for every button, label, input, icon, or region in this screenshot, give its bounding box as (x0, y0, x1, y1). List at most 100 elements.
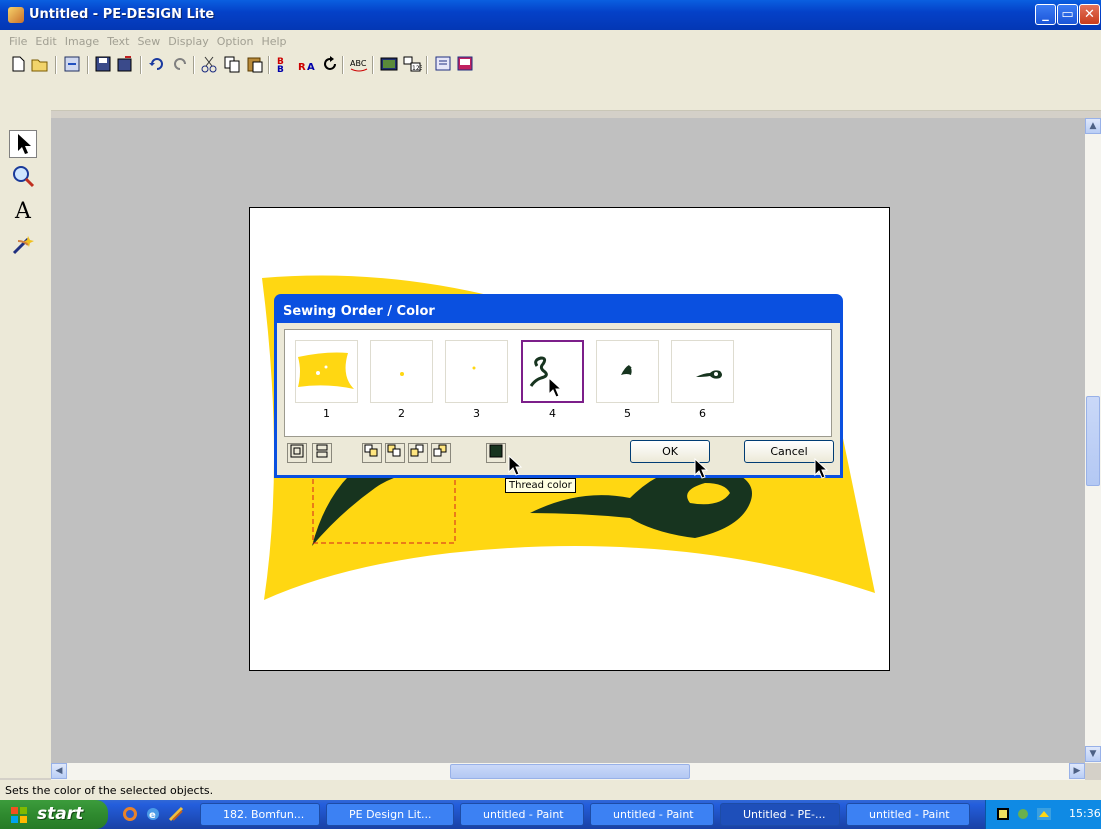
vertical-scrollbar[interactable]: ▲ ▼ (1085, 118, 1101, 763)
horizontal-scroll-thumb[interactable] (450, 764, 690, 779)
toolbar-separator (342, 56, 344, 74)
toolbar-separator (87, 56, 89, 74)
toolbar-separator (140, 56, 142, 74)
taskbar-item[interactable]: untitled - Paint (460, 803, 584, 826)
window-title: Untitled - PE-DESIGN Lite (29, 7, 215, 22)
cursor-icon (694, 458, 708, 479)
cursor-icon (548, 377, 562, 398)
tray-app-icon[interactable] (996, 807, 1010, 821)
cut-icon[interactable] (199, 54, 219, 74)
horizontal-scrollbar[interactable]: ◀ ▶ (51, 763, 1085, 780)
taskbar-item[interactable]: 182. Bomfun... (200, 803, 320, 826)
menu-image[interactable]: Image (61, 30, 103, 48)
redo-icon[interactable] (170, 54, 190, 74)
toolbar-separator (55, 56, 57, 74)
taskbar: start e 182. Bomfun... PE Design Lit... … (0, 800, 1101, 829)
svg-text:e: e (149, 810, 156, 821)
toolbar-separator (426, 56, 428, 74)
toolbar: BB RA ABC 123 (0, 52, 1101, 111)
menu-file[interactable]: File (0, 30, 31, 48)
select-arrow-icon[interactable] (9, 130, 37, 158)
menu-sew[interactable]: Sew (133, 30, 164, 48)
svg-text:ABC: ABC (350, 59, 367, 68)
system-tray: 15:36 (985, 800, 1101, 829)
start-label: start (37, 804, 84, 824)
tile-number: 3 (473, 407, 480, 420)
text-tool-icon[interactable]: A (9, 198, 37, 226)
numbered-icon[interactable]: 123 (402, 54, 422, 74)
quicklaunch-icon[interactable] (168, 806, 184, 822)
sewing-order-tile-3[interactable] (445, 340, 508, 403)
tool-palette: A (0, 110, 51, 778)
tile-number: 1 (323, 407, 330, 420)
dialog-body: 1 2 3 4 5 6 OK Cancel (277, 323, 840, 475)
svg-text:A: A (307, 62, 315, 73)
taskbar-item[interactable]: untitled - Paint (846, 803, 970, 826)
ie-icon[interactable]: e (145, 806, 161, 822)
move-last-button[interactable] (431, 443, 451, 463)
monitor-icon[interactable] (379, 54, 399, 74)
clock: 15:36 (1069, 807, 1101, 820)
menu-display[interactable]: Display (164, 30, 213, 48)
minimize-button[interactable]: _ (1035, 4, 1056, 25)
menu-help[interactable]: Help (257, 30, 290, 48)
app-icon (8, 7, 24, 23)
start-button[interactable]: start (0, 800, 108, 829)
tray-volume-icon[interactable] (1036, 807, 1052, 821)
tile-number: 4 (549, 407, 556, 420)
restore-button[interactable]: ▭ (1057, 4, 1078, 25)
zoom-icon[interactable] (9, 163, 37, 191)
taskbar-item[interactable]: PE Design Lit... (326, 803, 454, 826)
paste-icon[interactable] (245, 54, 265, 74)
save-icon[interactable] (93, 54, 113, 74)
import-icon[interactable] (62, 54, 82, 74)
save-as-icon[interactable] (115, 54, 135, 74)
undo-icon[interactable] (147, 54, 167, 74)
open-icon[interactable] (30, 54, 50, 74)
svg-text:R: R (298, 62, 306, 73)
rotate-icon[interactable] (320, 54, 340, 74)
close-button[interactable]: ✕ (1079, 4, 1100, 25)
cursor-icon (508, 455, 522, 476)
tile-number: 5 (624, 407, 631, 420)
move-backward-button[interactable] (408, 443, 428, 463)
sewing-order-tile-5[interactable] (596, 340, 659, 403)
group-view-button[interactable] (312, 443, 332, 463)
menu-option[interactable]: Option (213, 30, 258, 48)
cursor-icon (814, 458, 828, 479)
sew-order-icon[interactable]: BB (275, 54, 295, 74)
menu-edit[interactable]: Edit (31, 30, 60, 48)
new-icon[interactable] (8, 54, 28, 74)
move-first-button[interactable] (362, 443, 382, 463)
taskbar-item[interactable]: untitled - Paint (590, 803, 714, 826)
sewing-order-tile-1[interactable] (295, 340, 358, 403)
windows-logo-icon (11, 807, 27, 823)
scroll-up-icon[interactable]: ▲ (1085, 118, 1101, 134)
title-bar: Untitled - PE-DESIGN Lite _ ▭ ✕ (0, 0, 1101, 30)
dialog-title: Sewing Order / Color (283, 304, 435, 319)
card-read-icon[interactable] (455, 54, 475, 74)
status-text: Sets the color of the selected objects. (5, 784, 214, 797)
firefox-icon[interactable] (122, 806, 138, 822)
magic-wand-icon[interactable] (9, 233, 37, 261)
move-forward-button[interactable] (385, 443, 405, 463)
svg-text:B: B (277, 65, 284, 74)
tile-number: 6 (699, 407, 706, 420)
text-abc-icon[interactable]: ABC (349, 54, 369, 74)
fit-view-button[interactable] (287, 443, 307, 463)
scroll-left-icon[interactable]: ◀ (51, 763, 67, 779)
scroll-right-icon[interactable]: ▶ (1069, 763, 1085, 779)
svg-text:123: 123 (412, 65, 422, 72)
scroll-down-icon[interactable]: ▼ (1085, 746, 1101, 762)
reverse-icon[interactable]: RA (297, 54, 317, 74)
copy-icon[interactable] (222, 54, 242, 74)
menu-text[interactable]: Text (103, 30, 133, 48)
sewing-order-tile-2[interactable] (370, 340, 433, 403)
toolbar-separator (193, 56, 195, 74)
sewing-order-tile-6[interactable] (671, 340, 734, 403)
thread-color-button[interactable] (486, 443, 506, 463)
taskbar-item-active[interactable]: Untitled - PE-... (720, 803, 840, 826)
card-write-icon[interactable] (433, 54, 453, 74)
vertical-scroll-thumb[interactable] (1086, 396, 1100, 486)
tray-network-icon[interactable] (1016, 807, 1030, 821)
